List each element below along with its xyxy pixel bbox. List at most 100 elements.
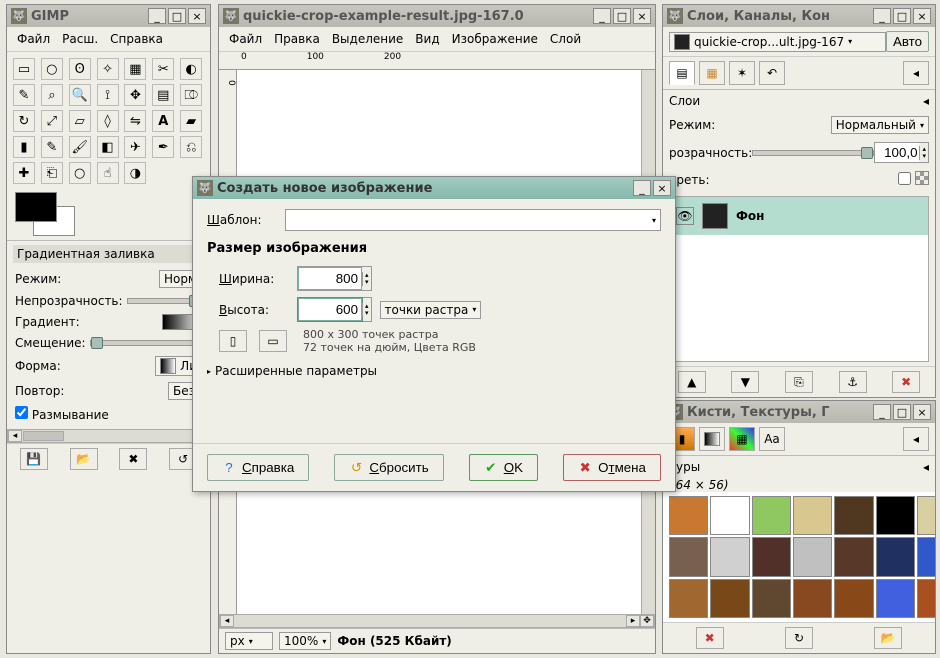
zoom-tool[interactable]: 🔍 — [69, 84, 91, 106]
maximize-button[interactable]: □ — [893, 404, 911, 420]
texture-swatch[interactable] — [793, 537, 832, 576]
layers-titlebar[interactable]: 🐺 Слои, Каналы, Кон _ □ × — [663, 5, 935, 27]
crop-tool[interactable]: ⎄ — [180, 84, 202, 106]
layer-delete-button[interactable]: ✖ — [892, 371, 920, 393]
layer-item[interactable]: 👁 Фон — [670, 197, 928, 235]
ink-tool[interactable]: ✒ — [152, 136, 174, 158]
maximize-button[interactable]: □ — [893, 8, 911, 24]
close-button[interactable]: × — [633, 8, 651, 24]
portrait-button[interactable]: ▯ — [219, 330, 247, 352]
menu-file[interactable]: Файл — [13, 30, 54, 48]
undo-tab[interactable]: ↶ — [759, 61, 785, 85]
heal-tool[interactable]: ✚ — [13, 162, 35, 184]
texture-swatch[interactable] — [917, 496, 935, 535]
maximize-button[interactable]: □ — [613, 8, 631, 24]
section-menu-icon[interactable]: ◂ — [923, 460, 929, 474]
color-select-tool[interactable]: ▦ — [124, 58, 146, 80]
texture-swatch[interactable] — [876, 579, 915, 618]
layer-anchor-button[interactable]: ⚓ — [839, 371, 867, 393]
image-titlebar[interactable]: 🐺 quickie-crop-example-result.jpg-167.0 … — [219, 5, 655, 27]
minimize-button[interactable]: _ — [873, 8, 891, 24]
minimize-button[interactable]: _ — [593, 8, 611, 24]
minimize-button[interactable]: _ — [873, 404, 891, 420]
reset-button[interactable]: ↺ Сбросить — [334, 454, 443, 481]
texture-swatch[interactable] — [834, 579, 873, 618]
dialog-titlebar[interactable]: 🐺 Создать новое изображение _ × — [193, 177, 675, 199]
menu-ext[interactable]: Расш. — [58, 30, 102, 48]
texture-swatch[interactable] — [669, 496, 708, 535]
texture-swatch[interactable] — [876, 537, 915, 576]
menu-layer[interactable]: Слой — [546, 30, 585, 48]
layer-down-button[interactable]: ▼ — [731, 371, 759, 393]
delete-texture-button[interactable]: ✖ — [696, 627, 724, 649]
eraser-tool[interactable]: ◧ — [97, 136, 119, 158]
unit-dropdown[interactable]: px▾ — [225, 632, 273, 650]
unit-dropdown[interactable]: точки растра ▾ — [380, 301, 482, 319]
canvas-hscroll[interactable]: ◂▸✥ — [219, 614, 655, 628]
tab-menu-icon[interactable]: ◂ — [903, 61, 929, 85]
section-menu-icon[interactable]: ◂ — [923, 94, 929, 108]
visibility-icon[interactable]: 👁 — [676, 207, 694, 225]
toolbox-titlebar[interactable]: 🐺 GIMP _ □ × — [7, 5, 210, 27]
fg-select-tool[interactable]: ◐ — [180, 58, 202, 80]
menu-image[interactable]: Изображение — [448, 30, 542, 48]
maximize-button[interactable]: □ — [168, 8, 186, 24]
image-selector[interactable]: quickie-crop...ult.jpg-167 ▾ — [669, 32, 886, 52]
fonts-tab[interactable]: Aa — [759, 427, 785, 451]
advanced-expander[interactable]: ▸ Расширенные параметры — [207, 364, 661, 378]
save-options-button[interactable]: 💾 — [20, 448, 48, 470]
paths-tab[interactable]: ✶ — [729, 61, 755, 85]
texture-swatch[interactable] — [752, 579, 791, 618]
brush-tool[interactable]: 🖌 — [69, 136, 91, 158]
menu-edit[interactable]: Правка — [270, 30, 324, 48]
load-options-button[interactable]: 📂 — [70, 448, 98, 470]
width-spinbox[interactable]: ▴▾ — [297, 266, 372, 291]
scale-tool[interactable]: ⤢ — [41, 110, 63, 132]
texture-swatch[interactable] — [917, 537, 935, 576]
template-dropdown[interactable]: ▾ — [285, 209, 661, 231]
tab-menu-icon[interactable]: ◂ — [903, 427, 929, 451]
gradients-tab[interactable] — [699, 427, 725, 451]
zoom-dropdown[interactable]: 100%▾ — [279, 632, 331, 650]
close-button[interactable]: × — [653, 180, 671, 196]
palettes-tab[interactable]: ▦ — [729, 427, 755, 451]
fg-color[interactable] — [15, 192, 57, 222]
height-spinbox[interactable]: ▴▾ — [297, 297, 372, 322]
close-button[interactable]: × — [913, 404, 931, 420]
smudge-tool[interactable]: ☝ — [97, 162, 119, 184]
wand-tool[interactable]: ✧ — [97, 58, 119, 80]
clone-tool[interactable]: ⎌ — [180, 136, 202, 158]
align-tool[interactable]: ▤ — [152, 84, 174, 106]
perspective-clone-tool[interactable]: ⎗ — [41, 162, 63, 184]
gradient-tool[interactable]: ▮ — [13, 136, 35, 158]
measure-tool[interactable]: ⟟ — [97, 84, 119, 106]
texture-swatch[interactable] — [710, 537, 749, 576]
menu-select[interactable]: Выделение — [328, 30, 407, 48]
delete-options-button[interactable]: ✖ — [119, 448, 147, 470]
airbrush-tool[interactable]: ✈ — [124, 136, 146, 158]
options-scrollbar[interactable]: ◂▸ — [7, 429, 210, 443]
ellipse-select-tool[interactable]: ○ — [41, 58, 63, 80]
texture-swatch[interactable] — [834, 537, 873, 576]
texture-swatch[interactable] — [876, 496, 915, 535]
blur-checkbox[interactable]: Размывание — [15, 406, 109, 422]
cancel-button[interactable]: ✖ Отмена — [563, 454, 661, 481]
texture-swatch[interactable] — [710, 496, 749, 535]
lasso-tool[interactable]: ʘ — [69, 58, 91, 80]
move-tool[interactable]: ✥ — [124, 84, 146, 106]
rotate-tool[interactable]: ↻ — [13, 110, 35, 132]
offset-slider[interactable] — [90, 340, 202, 346]
rect-select-tool[interactable]: ▭ — [13, 58, 35, 80]
close-button[interactable]: × — [188, 8, 206, 24]
help-button[interactable]: ? Справка — [207, 454, 309, 481]
texture-swatch[interactable] — [669, 579, 708, 618]
layers-tab[interactable]: ▤ — [669, 61, 695, 85]
minimize-button[interactable]: _ — [633, 180, 651, 196]
landscape-button[interactable]: ▭ — [259, 330, 287, 352]
open-folder-button[interactable]: 📂 — [874, 627, 902, 649]
ok-button[interactable]: ✔ OK — [469, 454, 538, 481]
channels-tab[interactable]: ▦ — [699, 61, 725, 85]
layer-duplicate-button[interactable]: ⎘ — [785, 371, 813, 393]
refresh-button[interactable]: ↻ — [785, 627, 813, 649]
layer-opacity-slider[interactable] — [752, 150, 874, 156]
